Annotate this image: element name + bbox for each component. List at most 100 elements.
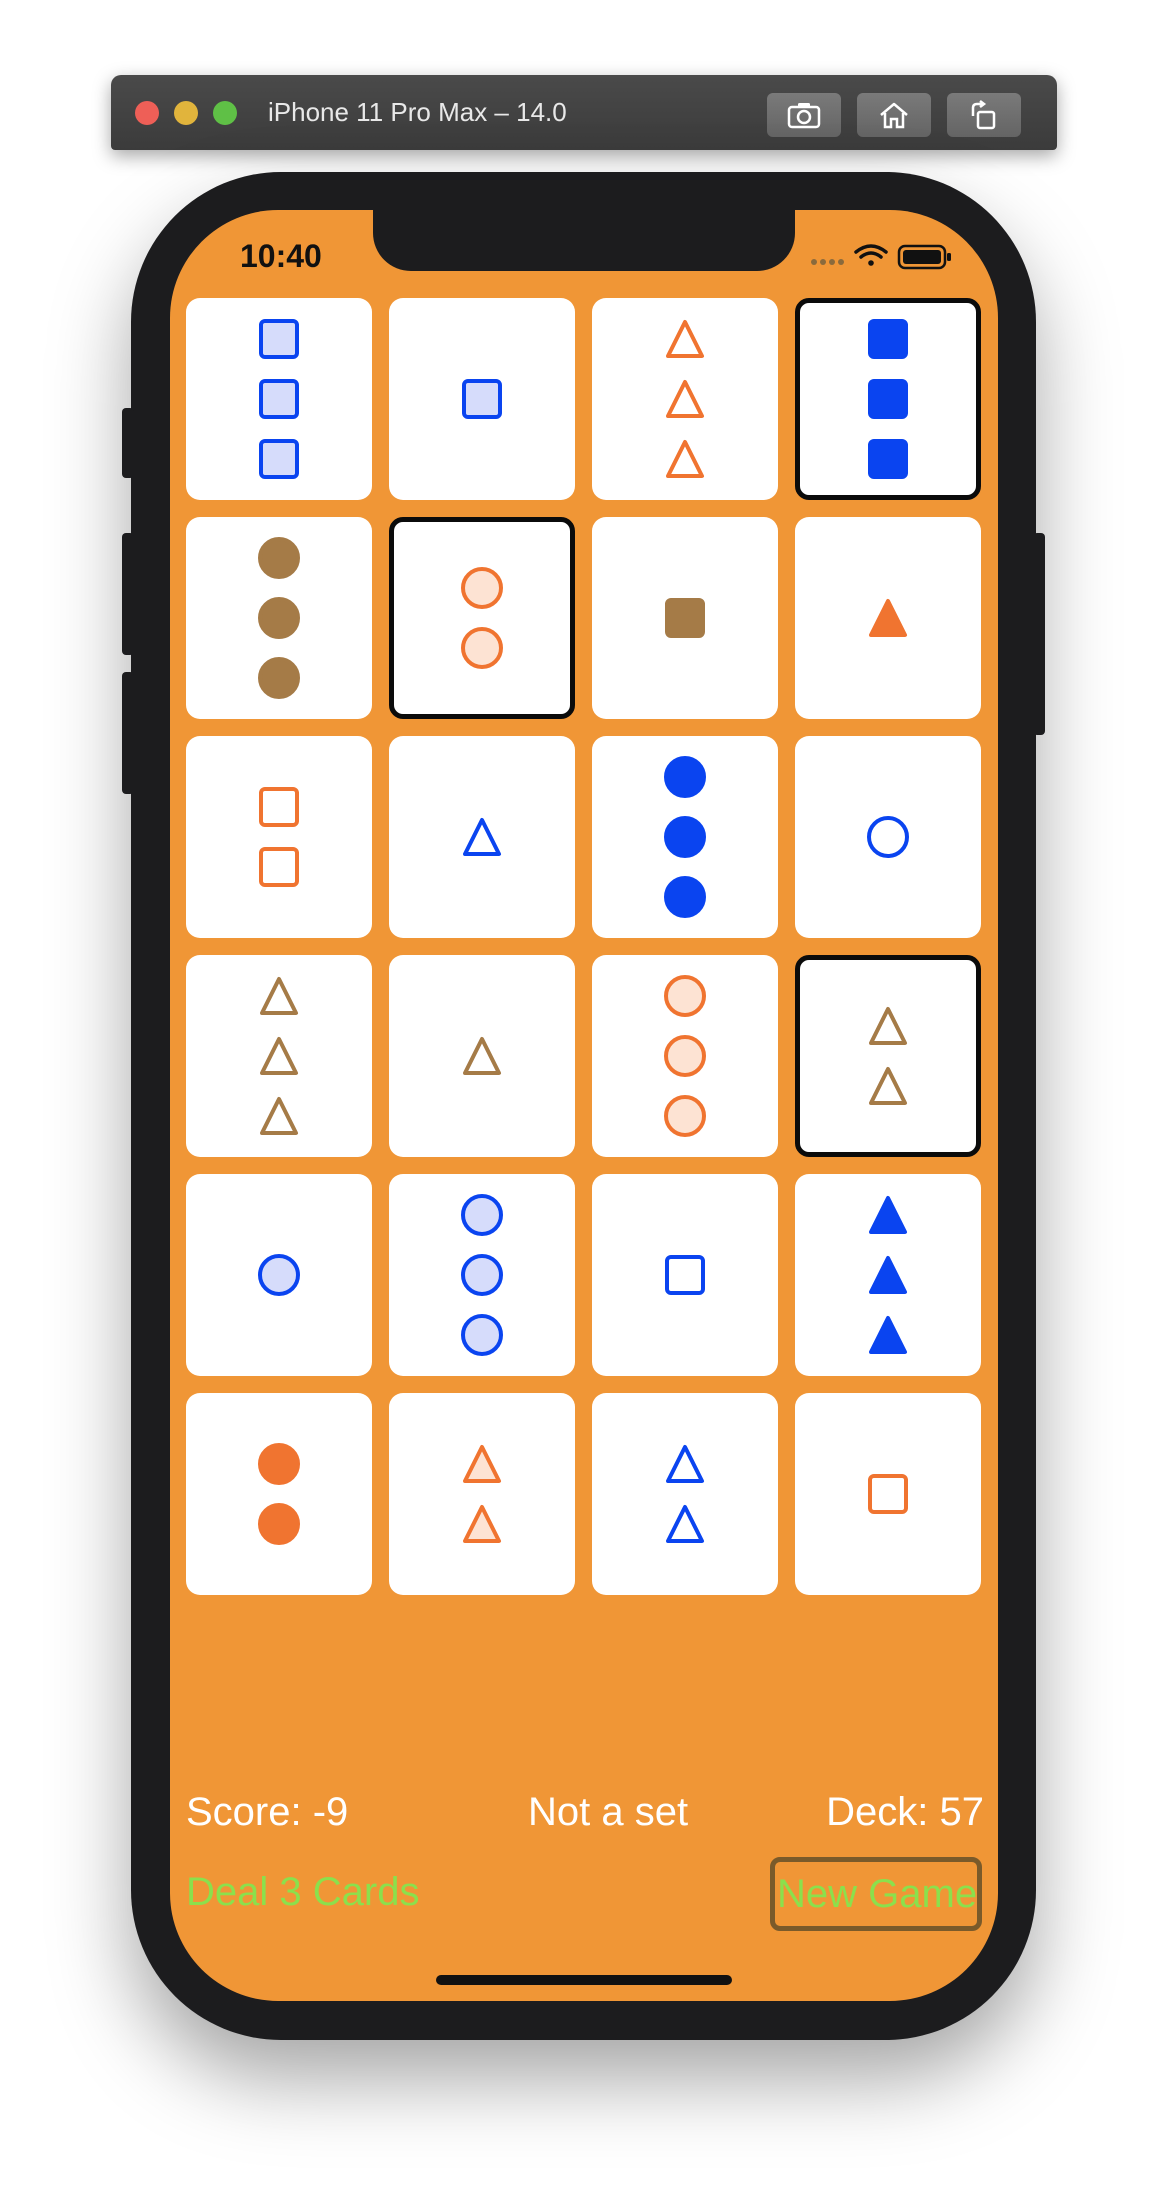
minimize-window-button[interactable] (174, 101, 198, 125)
square-symbol (462, 379, 502, 419)
card[interactable] (389, 955, 575, 1157)
circle-symbol (258, 1503, 300, 1545)
square-symbol (665, 1255, 705, 1295)
card[interactable] (795, 1393, 981, 1595)
card[interactable] (795, 517, 981, 719)
mute-switch (122, 408, 134, 478)
card[interactable] (186, 1174, 372, 1376)
triangle-symbol (463, 818, 501, 856)
new-game-button[interactable]: New Game (770, 1857, 982, 1931)
card[interactable] (186, 1393, 372, 1595)
close-window-button[interactable] (135, 101, 159, 125)
triangle-symbol (260, 1037, 298, 1075)
triangle-symbol (869, 1067, 907, 1105)
home-button[interactable] (857, 93, 931, 137)
square-symbol (665, 598, 705, 638)
triangle-symbol (260, 977, 298, 1015)
deal-3-cards-button[interactable]: Deal 3 Cards (186, 1870, 419, 1915)
deck-count-label: Deck: 57 (826, 1790, 984, 1834)
triangle-symbol (666, 1445, 704, 1483)
square-symbol (868, 439, 908, 479)
card[interactable] (186, 955, 372, 1157)
volume-down-button (122, 672, 134, 794)
card[interactable] (389, 517, 575, 719)
square-symbol (259, 787, 299, 827)
square-symbol (868, 379, 908, 419)
match-status-label: Not a set (528, 1790, 689, 1834)
screenshot-icon (787, 103, 821, 129)
triangle-symbol (666, 440, 704, 478)
circle-symbol (664, 756, 706, 798)
triangle-symbol (666, 380, 704, 418)
square-symbol (259, 847, 299, 887)
triangle-symbol (463, 1037, 501, 1075)
new-game-label: New Game (777, 1871, 978, 1916)
circle-symbol (461, 567, 503, 609)
square-symbol (868, 319, 908, 359)
volume-up-button (122, 533, 134, 655)
triangle-symbol (869, 599, 907, 637)
square-symbol (259, 319, 299, 359)
triangle-symbol (463, 1445, 501, 1483)
card[interactable] (389, 736, 575, 938)
triangle-symbol (666, 320, 704, 358)
card[interactable] (186, 736, 372, 938)
circle-symbol (258, 1254, 300, 1296)
card[interactable] (389, 1393, 575, 1595)
status-time: 10:40 (240, 238, 322, 274)
card[interactable] (389, 1174, 575, 1376)
card[interactable] (592, 1174, 778, 1376)
triangle-symbol (463, 1505, 501, 1543)
signal-icon (811, 259, 844, 265)
card[interactable] (795, 1174, 981, 1376)
card[interactable] (186, 298, 372, 500)
battery-icon (897, 244, 951, 270)
card[interactable] (795, 298, 981, 500)
square-symbol (259, 439, 299, 479)
rotate-button[interactable] (947, 93, 1021, 137)
card[interactable] (389, 298, 575, 500)
circle-symbol (258, 1443, 300, 1485)
circle-symbol (258, 537, 300, 579)
score-label: Score: -9 (186, 1790, 349, 1834)
card[interactable] (795, 736, 981, 938)
screenshot-button[interactable] (767, 93, 841, 137)
triangle-symbol (869, 1196, 907, 1234)
square-symbol (259, 379, 299, 419)
square-symbol (868, 1474, 908, 1514)
circle-symbol (461, 1194, 503, 1236)
card[interactable] (592, 955, 778, 1157)
circle-symbol (258, 597, 300, 639)
card[interactable] (592, 1393, 778, 1595)
power-button (1033, 533, 1045, 735)
simulator-title-bar: iPhone 11 Pro Max – 14.0 (111, 75, 1057, 150)
triangle-symbol (260, 1097, 298, 1135)
card[interactable] (186, 517, 372, 719)
triangle-symbol (869, 1316, 907, 1354)
card[interactable] (795, 955, 981, 1157)
circle-symbol (461, 1254, 503, 1296)
rotate-icon (971, 100, 996, 130)
home-indicator[interactable] (436, 1975, 732, 1985)
card[interactable] (592, 736, 778, 938)
zoom-window-button[interactable] (213, 101, 237, 125)
triangle-symbol (869, 1256, 907, 1294)
circle-symbol (867, 816, 909, 858)
triangle-symbol (666, 1505, 704, 1543)
triangle-symbol (869, 1007, 907, 1045)
phone-screen: 10:40 Score: -9 Not a set Deck: 57 Deal … (170, 210, 998, 2001)
circle-symbol (664, 1095, 706, 1137)
status-icons (808, 240, 958, 277)
circle-symbol (664, 816, 706, 858)
wifi-icon (854, 244, 888, 266)
notch (373, 210, 795, 271)
simulator-title: iPhone 11 Pro Max – 14.0 (268, 97, 567, 127)
circle-symbol (664, 975, 706, 1017)
circle-symbol (664, 876, 706, 918)
circle-symbol (258, 657, 300, 699)
card[interactable] (592, 517, 778, 719)
circle-symbol (664, 1035, 706, 1077)
circle-symbol (461, 627, 503, 669)
card[interactable] (592, 298, 778, 500)
home-icon (880, 102, 908, 129)
